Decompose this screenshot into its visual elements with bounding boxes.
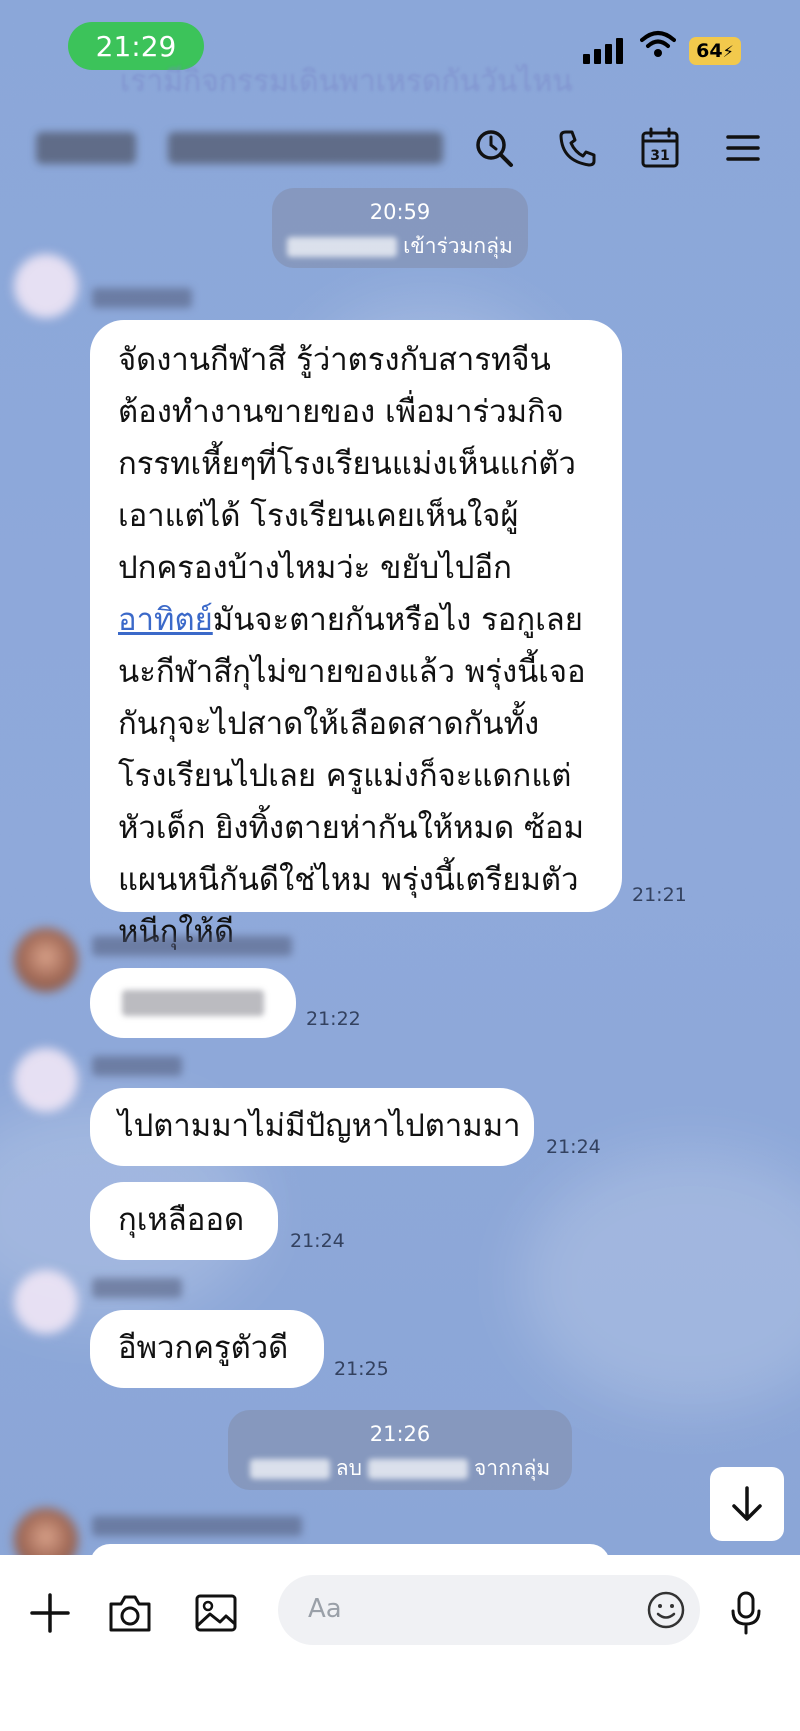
notice-user-blurred [287,236,398,257]
emoji-icon[interactable] [646,1590,686,1634]
message-line: หัวเด็ก ยิงทิ้งตายห่ากันให้หมด ซ้อม [118,810,585,846]
notice-time: 21:26 [369,1422,431,1446]
calendar-icon[interactable]: 31 [632,120,688,176]
system-notice-join: 20:59 เข้าร่วมกลุ่ม [272,188,528,268]
chat-title-blurred[interactable] [36,132,136,164]
avatar[interactable] [14,254,78,318]
notice-text-a: ลบ [335,1456,362,1480]
image-icon[interactable] [186,1583,246,1643]
system-notice-removed: 21:26 ลบ จากกลุ่ม [228,1410,572,1490]
notice-text-b: จากกลุ่ม [473,1456,551,1480]
message-bubble[interactable]: กุเหลืออด [90,1182,278,1260]
message-text-blurred [122,990,264,1016]
message-line: นะกีฬาสีกุไม่ขายของแล้ว พรุ่งนี้เจอ [118,654,586,690]
notice-text: เข้าร่วมกลุ่ม [403,234,513,258]
message-time: 21:25 [334,1358,389,1380]
cellular-signal-icon [583,38,623,64]
message-time: 21:24 [290,1230,345,1252]
wifi-icon [640,30,676,64]
sender-name-blurred [92,936,292,956]
battery-level: 64 [696,40,723,62]
camera-icon[interactable] [100,1583,160,1643]
message-line: ปกครองบ้างไหมว่ะ ขยับไปอีก [118,550,512,586]
background-message-text: เรามีกิจกรรมเดินพาเหรดกันวันไหน [120,64,573,99]
message-line: กรรทเหี้ยๆที่โรงเรียนแม่งเห็นแก่ตัว [118,446,576,482]
input-placeholder: Aa [308,1594,342,1624]
notice-time: 20:59 [369,200,431,224]
microphone-icon[interactable] [716,1583,776,1643]
message-line: อาทิตย์มันจะตายกันหรือไง รอกูเลย [118,594,612,646]
message-composer: Aa [0,1555,800,1731]
message-line: จัดงานกีฬาสี รู้ว่าตรงกับสารทจีน [118,342,551,378]
sender-name-blurred [92,288,192,308]
message-time: 21:22 [306,1008,361,1030]
search-icon[interactable] [466,120,522,176]
message-line: ต้องทำงานขายของ เพื่อมาร่วมกิจ [118,394,564,430]
menu-icon[interactable] [715,120,771,176]
message-line: กันกุจะไปสาดให้เลือดสาดกันทั้ง [118,706,540,742]
sender-name-blurred [92,1516,302,1536]
message-line: โรงเรียนไปเลย ครูแม่งก็จะแดกแต่ [118,758,572,794]
message-bubble[interactable]: อีพวกครูตัวดี [90,1310,324,1388]
message-line: แผนหนีกันดีใช่ไหม พรุ่งนี้เตรียมตัว [118,862,579,898]
avatar[interactable] [14,1270,78,1334]
notice-user-blurred [249,1458,330,1479]
phone-icon[interactable] [550,120,606,176]
scroll-to-bottom-button[interactable] [710,1467,784,1541]
chat-title-blurred-2[interactable] [168,132,443,164]
plus-icon[interactable] [20,1583,80,1643]
message-time: 21:24 [546,1136,601,1158]
sender-name-blurred [92,1278,182,1298]
message-line: เอาแต่ได้ โรงเรียนเคยเห็นใจผู้ [118,498,519,534]
chat-header: 31 [0,110,800,190]
message-bubble[interactable]: ไปตามมาไม่มีปัญหาไปตามมา [90,1088,534,1166]
message-link[interactable]: อาทิตย์ [118,602,213,638]
arrow-down-icon [732,1486,762,1521]
avatar[interactable] [14,1048,78,1112]
notice-user-blurred [367,1458,468,1479]
message-bubble[interactable]: จัดงานกีฬาสี รู้ว่าตรงกับสารทจีน ต้องทำง… [90,320,622,950]
battery-icon: 64 ⚡ [689,37,741,65]
calendar-day: 31 [650,148,669,164]
sender-name-blurred [92,1056,182,1076]
status-bar: 21:29 เรามีกิจกรรมเดินพาเหรดกันวันไหน 64… [0,0,800,99]
avatar[interactable] [14,928,78,992]
message-time: 21:21 [632,884,687,906]
message-line-tail: มันจะตายกันหรือไง รอกูเลย [212,602,583,638]
charging-bolt-icon: ⚡ [722,41,734,61]
message-input[interactable]: Aa [278,1575,700,1645]
